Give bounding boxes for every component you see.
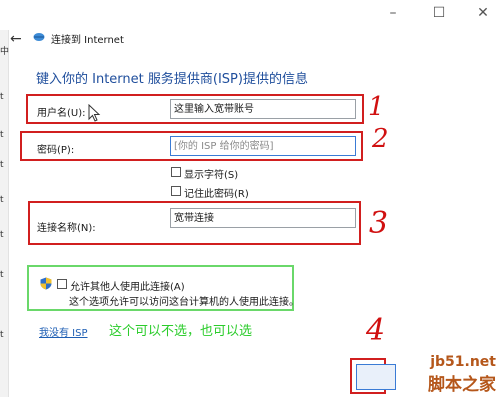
watermark-brand: 脚本之家 xyxy=(428,375,496,395)
annotation-number-2: 2 xyxy=(372,124,389,154)
allow-others-checkbox[interactable] xyxy=(57,279,67,289)
password-field[interactable]: [你的 ISP 给你的密码] xyxy=(170,136,356,156)
shield-icon xyxy=(40,277,52,290)
allow-others-label: 允许其他人使用此连接(A) xyxy=(70,282,185,293)
username-label: 用户名(U): xyxy=(37,108,86,119)
strip-label: t xyxy=(0,195,4,205)
strip-label: 中 xyxy=(0,47,10,57)
strip-label: t xyxy=(0,230,4,240)
remember-password-label: 记住此密码(R) xyxy=(184,189,249,200)
annotation-number-3: 3 xyxy=(369,206,389,241)
page-heading: 键入你的 Internet 服务提供商(ISP)提供的信息 xyxy=(36,72,308,87)
strip-label: t xyxy=(0,160,4,170)
next-button[interactable] xyxy=(356,364,396,390)
strip-label: t xyxy=(0,130,4,140)
remember-password-checkbox[interactable] xyxy=(171,186,181,196)
no-isp-link[interactable]: 我没有 ISP xyxy=(39,324,88,339)
dialog-title: 连接到 Internet xyxy=(51,35,124,46)
annotation-number-1: 1 xyxy=(368,92,385,122)
background-window-strip: 中 t t t t t t t xyxy=(0,30,9,397)
connection-name-label: 连接名称(N): xyxy=(37,223,96,234)
maximize-button[interactable]: ☐ xyxy=(424,0,454,28)
annotation-number-4: 4 xyxy=(366,313,386,348)
strip-label: t xyxy=(0,92,4,102)
close-button[interactable]: ✕ xyxy=(468,0,498,28)
back-arrow-icon[interactable]: ← xyxy=(10,31,22,47)
watermark-site: jb51.net xyxy=(430,354,496,370)
show-chars-label: 显示字符(S) xyxy=(184,170,239,181)
watermark: jb51.net 脚本之家 xyxy=(428,354,496,395)
minimize-button[interactable]: – xyxy=(378,0,408,28)
mouse-cursor-icon xyxy=(88,104,101,122)
allow-others-description: 这个选项允许可以访问这台计算机的人使用此连接。 xyxy=(69,297,299,308)
annotation-note: 这个可以不选，也可以选 xyxy=(109,324,253,339)
strip-label: t xyxy=(0,270,4,280)
password-label: 密码(P): xyxy=(37,145,75,156)
network-icon xyxy=(33,33,45,41)
strip-label: t xyxy=(0,330,4,340)
connection-name-field[interactable]: 宽带连接 xyxy=(170,208,356,228)
show-chars-checkbox[interactable] xyxy=(171,167,181,177)
username-field[interactable]: 这里输入宽带账号 xyxy=(170,99,356,119)
